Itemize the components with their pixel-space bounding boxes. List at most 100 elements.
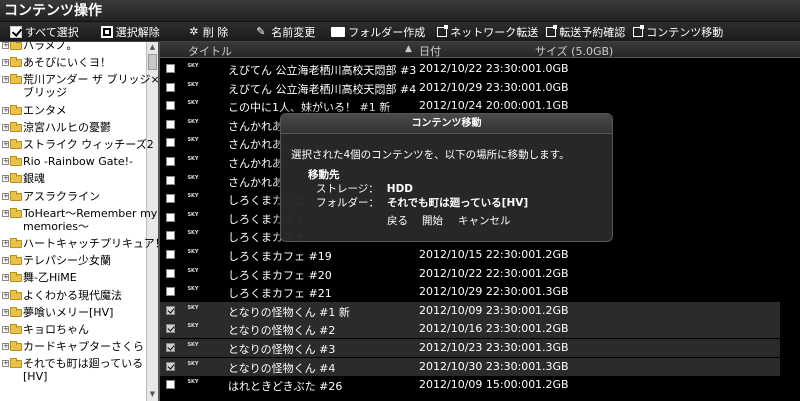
- channel-logo-icon: SKY: [187, 249, 199, 255]
- transfer-schedule-label: 転送予約確認: [559, 25, 626, 39]
- expand-icon[interactable]: +: [2, 175, 9, 183]
- expand-icon[interactable]: +: [2, 257, 9, 265]
- expand-icon[interactable]: +: [2, 76, 9, 84]
- select-all-button[interactable]: すべて選択: [6, 22, 83, 42]
- table-row[interactable]: SKY しろくまカフェ #20 2012/10/22 22:30:00 1.2GB: [160, 265, 780, 283]
- channel-logo-icon: SKY: [187, 379, 199, 386]
- expand-icon[interactable]: +: [2, 360, 9, 368]
- row-checkbox[interactable]: [166, 361, 175, 371]
- start-button[interactable]: 開始: [422, 213, 443, 228]
- rename-button[interactable]: ✎ 名前変更: [252, 22, 319, 42]
- transfer-schedule-button[interactable]: 転送予約確認: [542, 22, 629, 42]
- expand-icon[interactable]: +: [2, 308, 9, 316]
- row-date: 2012/10/29 22:30:00: [419, 285, 536, 299]
- scroll-up-icon[interactable]: ▲: [147, 42, 158, 53]
- expand-icon[interactable]: +: [2, 106, 9, 114]
- header-title[interactable]: タイトル: [188, 43, 232, 59]
- expand-icon[interactable]: +: [2, 158, 9, 166]
- row-checkbox[interactable]: [166, 343, 175, 352]
- table-row[interactable]: SKY えびてん 公立海老栖川高校天悶部 #4 2012/10/29 23:30:0…: [160, 79, 780, 97]
- table-row[interactable]: SKY はれときどきぶた #26 2012/10/09 15:00:00 1.2GB: [160, 376, 780, 394]
- scroll-down-icon[interactable]: ▼: [147, 389, 158, 400]
- new-folder-button[interactable]: フォルダー作成: [327, 22, 429, 42]
- network-transfer-button[interactable]: ネットワーク転送: [433, 22, 542, 42]
- table-row[interactable]: SKY えびてん 公立海老栖川高校天悶部 #3 2012/10/22 23:30:0…: [160, 60, 780, 78]
- header-size[interactable]: サイズ (5.0GB): [535, 43, 613, 59]
- row-checkbox[interactable]: [166, 324, 175, 334]
- row-checkbox[interactable]: [166, 64, 175, 73]
- row-date: 2012/10/09 23:30:00: [419, 303, 536, 317]
- row-checkbox[interactable]: [166, 101, 175, 111]
- expand-icon[interactable]: +: [2, 291, 9, 299]
- expand-icon[interactable]: +: [2, 240, 9, 247]
- row-checkbox[interactable]: [166, 287, 175, 297]
- channel-logo-icon: SKY: [187, 118, 199, 125]
- select-all-label: すべて選択: [25, 25, 79, 39]
- sidebar-item-label: よくわかる現代魔法: [23, 288, 122, 302]
- destination-label: 移動先: [308, 169, 340, 181]
- delete-button[interactable]: ✲ 削 除: [184, 22, 233, 42]
- storage-value: HDD: [386, 183, 414, 195]
- cancel-button[interactable]: キャンセル: [458, 213, 511, 228]
- deselect-button[interactable]: 選択解除: [97, 22, 164, 42]
- table-row[interactable]: SKY となりの怪物くん #3 2012/10/23 23:30:00 1.3GB: [160, 339, 780, 357]
- deselect-icon: [100, 25, 113, 38]
- row-checkbox[interactable]: [166, 175, 175, 185]
- row-checkbox[interactable]: [166, 231, 175, 241]
- table-row[interactable]: SKY しろくまカフェ #19 2012/10/15 22:30:00 1.2GB: [160, 246, 780, 264]
- row-checkbox[interactable]: [166, 157, 175, 166]
- table-row[interactable]: SKY となりの怪物くん #2 2012/10/16 23:30:00 1.2GB: [160, 320, 780, 339]
- scrollbar-thumb[interactable]: [148, 54, 157, 70]
- expand-icon[interactable]: +: [2, 209, 9, 217]
- sidebar-item-label: それでも町は廻っている: [23, 357, 144, 371]
- sidebar-item-label: カードキャプターさくら: [23, 340, 144, 354]
- expand-icon[interactable]: +: [2, 343, 9, 351]
- sidebar-item-label: 舞-乙HiME: [23, 271, 77, 285]
- sidebar-item-label: 荒川アンダー ザ ブリッジ×: [23, 73, 158, 87]
- sidebar-item-label: ハラメノ。: [23, 42, 78, 52]
- expand-icon[interactable]: +: [2, 326, 9, 333]
- expand-icon[interactable]: +: [2, 192, 9, 200]
- row-date: 2012/10/22 22:30:00: [419, 266, 536, 280]
- expand-icon[interactable]: +: [2, 141, 9, 148]
- row-checkbox[interactable]: [166, 82, 175, 92]
- row-checkbox[interactable]: [166, 212, 175, 222]
- folder-label: フォルダー：: [316, 197, 379, 209]
- row-date: 2012/10/29 23:30:00: [419, 80, 536, 94]
- table-row[interactable]: SKY となりの怪物くん #1 新 2012/10/09 23:30:00 1.2GB: [160, 301, 780, 320]
- table-row[interactable]: SKY しろくまカフェ #21 2012/10/29 22:30:00 1.3GB: [160, 283, 780, 301]
- row-size: 1.3GB: [535, 285, 569, 299]
- channel-logo-icon: SKY: [187, 137, 199, 144]
- folder-icon: [10, 42, 22, 50]
- content-move-button[interactable]: コンテンツ移動: [629, 22, 727, 42]
- sidebar-item-label: ブリッジ: [23, 86, 67, 100]
- table-row[interactable]: SKY となりの怪物くん #4 2012/10/30 23:30:00 1.3GB: [160, 357, 780, 376]
- row-checkbox[interactable]: [166, 305, 175, 315]
- row-title: となりの怪物くん #3: [228, 343, 336, 356]
- folder-icon: [10, 289, 22, 300]
- row-checkbox[interactable]: [166, 250, 175, 259]
- channel-logo-icon: SKY: [187, 267, 199, 274]
- row-checkbox[interactable]: [166, 138, 175, 148]
- row-title: さんかれあ: [228, 119, 283, 133]
- sidebar-scrollbar[interactable]: ▲ ▼: [146, 42, 158, 401]
- header-date[interactable]: 日付: [419, 43, 441, 59]
- channel-logo-icon: SKY: [187, 286, 199, 293]
- row-title: となりの怪物くん #1 新: [228, 305, 350, 319]
- expand-icon[interactable]: +: [2, 59, 9, 67]
- expand-icon[interactable]: +: [2, 123, 9, 131]
- row-checkbox[interactable]: [166, 194, 175, 204]
- row-checkbox[interactable]: [166, 380, 175, 390]
- row-date: 2012/10/23 23:30:00: [419, 341, 536, 354]
- row-checkbox[interactable]: [166, 268, 175, 278]
- expand-icon[interactable]: +: [2, 42, 9, 49]
- back-button[interactable]: 戻る: [387, 213, 408, 228]
- folder-tree[interactable]: ▲ ▼ + ハラメノ。 + あそびにいくヨ！ + 荒川アンダー ザ ブリッジ× ブリッジ + エ…: [0, 42, 158, 401]
- channel-logo-icon: SKY: [187, 230, 199, 237]
- expand-icon[interactable]: +: [2, 274, 9, 282]
- folder-icon: [10, 139, 22, 149]
- channel-logo-icon: SKY: [187, 323, 199, 330]
- row-checkbox[interactable]: [166, 119, 175, 129]
- sidebar-item-label: [HV]: [23, 370, 48, 384]
- content-move-icon: [633, 24, 645, 37]
